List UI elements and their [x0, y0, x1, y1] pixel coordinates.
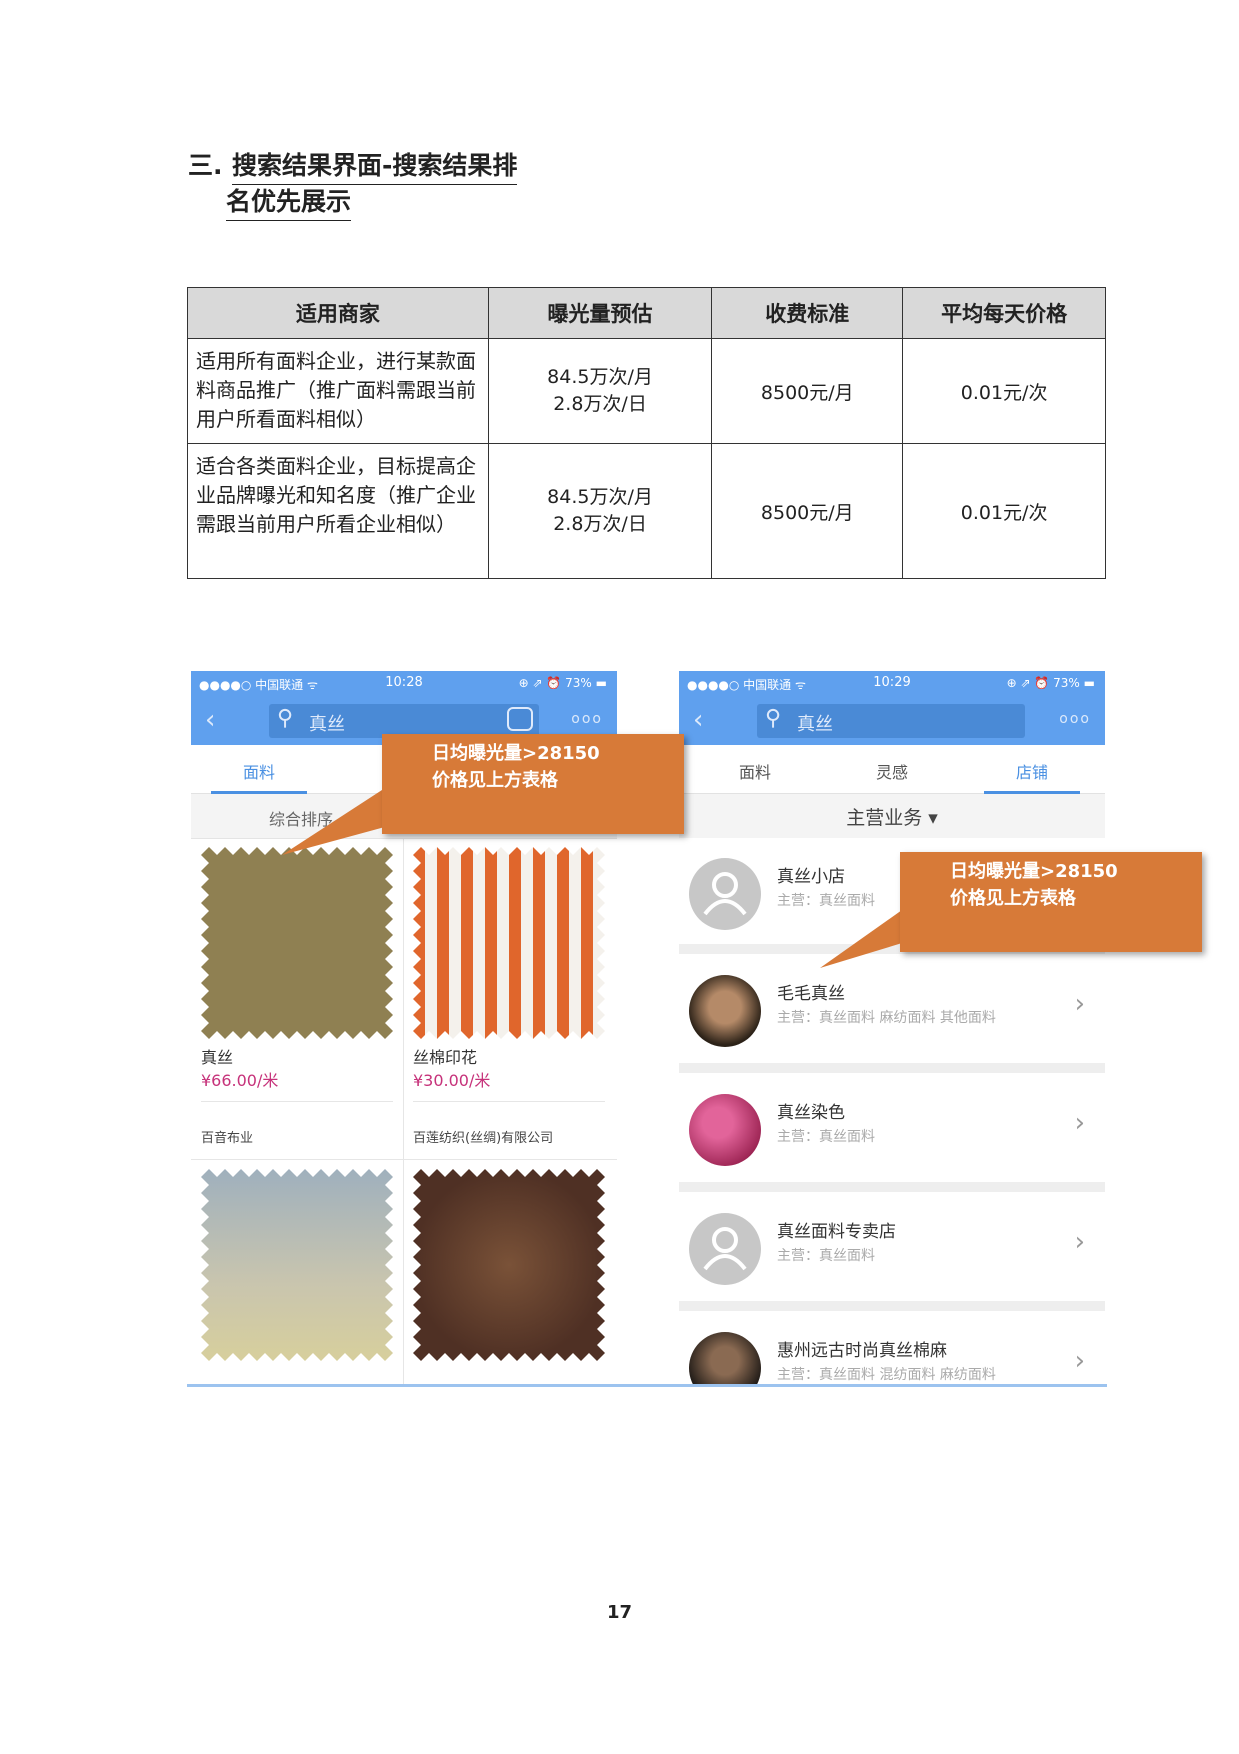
- page-number: 17: [606, 1602, 633, 1623]
- callout-line2: 价格见上方表格: [950, 888, 1076, 909]
- callout-line2: 价格见上方表格: [432, 770, 558, 791]
- exposure-callout: 日均曝光量>28150 价格见上方表格: [382, 734, 684, 834]
- callout-line1: 日均曝光量>28150: [950, 861, 1118, 882]
- exposure-callout: 日均曝光量>28150 价格见上方表格: [900, 852, 1202, 952]
- callout-line1: 日均曝光量>28150: [432, 743, 600, 764]
